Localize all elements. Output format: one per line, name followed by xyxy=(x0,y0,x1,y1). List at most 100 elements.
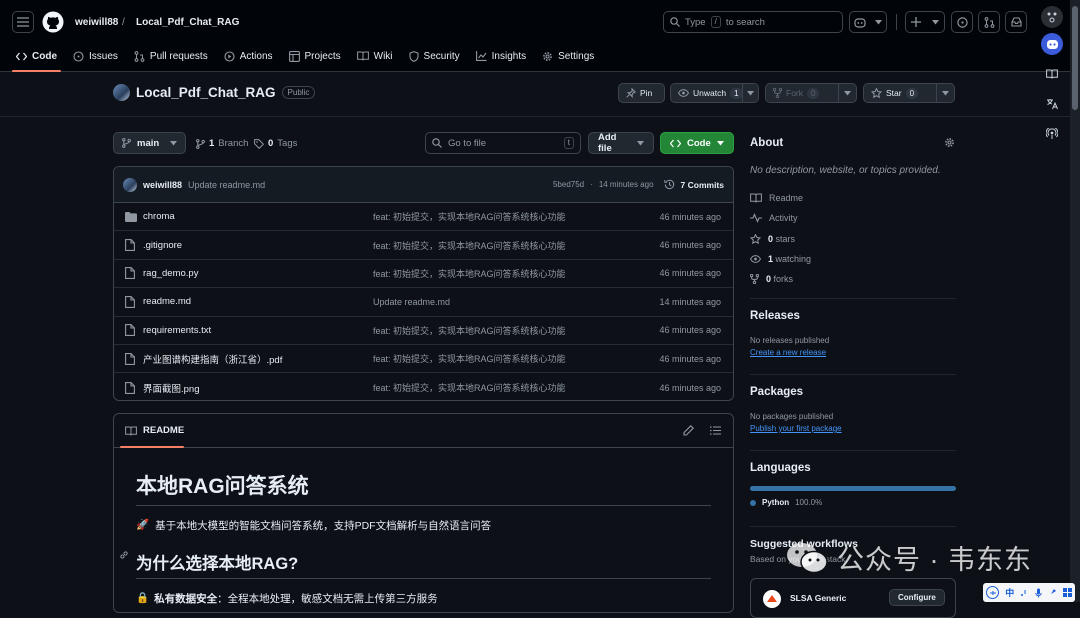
menu-button[interactable] xyxy=(12,11,34,33)
file-name[interactable]: 界面截图.png xyxy=(143,381,200,395)
about-item-forks[interactable]: 0 forks xyxy=(750,269,956,289)
edit-icon[interactable] xyxy=(683,425,694,436)
file-name[interactable]: chroma xyxy=(143,211,175,222)
commit-hash[interactable]: 5bed75d xyxy=(553,180,584,189)
table-row[interactable]: chroma feat: 初始提交，实现本地RAG问答系统核心功能 46 min… xyxy=(114,203,733,232)
table-row[interactable]: rag_demo.py feat: 初始提交，实现本地RAG问答系统核心功能 4… xyxy=(114,260,733,289)
issues-button[interactable] xyxy=(951,11,973,33)
publish-package-link[interactable]: Publish your first package xyxy=(750,424,956,433)
table-icon xyxy=(288,50,300,62)
table-row[interactable]: requirements.txt feat: 初始提交，实现本地RAG问答系统核… xyxy=(114,317,733,345)
tab-wiki[interactable]: Wiki xyxy=(349,44,401,68)
branches-link[interactable]: 1 Branch xyxy=(196,138,248,149)
tab-code[interactable]: Code xyxy=(8,44,65,72)
file-commit-message[interactable]: feat: 初始提交，实现本地RAG问答系统核心功能 xyxy=(373,267,566,280)
about-item-stars[interactable]: 0 stars xyxy=(750,229,956,249)
file-commit-message[interactable]: feat: 初始提交，实现本地RAG问答系统核心功能 xyxy=(373,381,566,394)
table-row[interactable]: readme.md Update readme.md 14 minutes ag… xyxy=(114,288,733,317)
page-scrollbar[interactable] xyxy=(1070,0,1080,602)
tab-projects[interactable]: Projects xyxy=(281,44,349,68)
pull-request-icon xyxy=(984,16,995,28)
table-row[interactable]: 界面截图.png feat: 初始提交，实现本地RAG问答系统核心功能 46 m… xyxy=(114,373,733,400)
configure-button[interactable]: Configure xyxy=(889,589,945,606)
gear-icon[interactable] xyxy=(944,137,955,148)
podcast-icon[interactable] xyxy=(1041,123,1063,145)
ime-punct-icon[interactable] xyxy=(1020,589,1028,597)
add-file-button[interactable]: Add file xyxy=(588,132,654,154)
tags-link[interactable]: 0 Tags xyxy=(254,138,297,149)
tab-issues[interactable]: Issues xyxy=(65,44,126,68)
language-name: Python xyxy=(762,498,790,507)
file-name[interactable]: rag_demo.py xyxy=(143,268,198,279)
readme-tab-label[interactable]: README xyxy=(143,425,184,436)
ai-assistant-icon[interactable] xyxy=(1041,33,1063,55)
global-search[interactable]: Type / to search xyxy=(663,11,843,33)
microphone-icon[interactable] xyxy=(1034,588,1042,598)
avatar[interactable] xyxy=(123,177,137,192)
branch-selector[interactable]: main xyxy=(113,132,186,154)
ime-mode[interactable]: 中 xyxy=(1005,586,1014,599)
inbox-button[interactable] xyxy=(1005,11,1027,33)
outline-icon[interactable] xyxy=(710,426,721,435)
file-commit-message[interactable]: feat: 初始提交，实现本地RAG问答系统核心功能 xyxy=(373,210,566,223)
file-commit-message[interactable]: Update readme.md xyxy=(373,297,450,307)
star-dropdown[interactable] xyxy=(936,84,954,102)
about-item-watching[interactable]: 1 watching xyxy=(750,249,956,269)
file-commit-message[interactable]: feat: 初始提交，实现本地RAG问答系统核心功能 xyxy=(373,239,566,252)
breadcrumb-repo[interactable]: Local_Pdf_Chat_RAG xyxy=(136,17,239,28)
sidebar-divider xyxy=(750,526,956,527)
translate-icon[interactable] xyxy=(1041,93,1063,115)
file-name[interactable]: 产业图谱构建指南（浙江省）.pdf xyxy=(143,352,282,366)
commit-message[interactable]: Update readme.md xyxy=(188,180,265,190)
table-row[interactable]: 产业图谱构建指南（浙江省）.pdf feat: 初始提交，实现本地RAG问答系统… xyxy=(114,345,733,374)
chevron-down-icon xyxy=(717,140,724,146)
breadcrumb-owner[interactable]: weiwill88 xyxy=(75,17,118,28)
scrollbar-thumb[interactable] xyxy=(1072,6,1078,110)
create-new-button[interactable] xyxy=(905,11,945,33)
file-name[interactable]: .gitignore xyxy=(143,240,182,251)
watch-button[interactable]: Unwatch 1 xyxy=(670,83,759,103)
table-row[interactable]: .gitignore feat: 初始提交，实现本地RAG问答系统核心功能 46… xyxy=(114,231,733,260)
commits-link[interactable]: 7 Commits xyxy=(681,180,724,190)
star-button[interactable]: Star 0 xyxy=(863,83,955,103)
file-time: 46 minutes ago xyxy=(659,268,721,279)
readme-intro-text: 基于本地大模型的智能文档问答系统，支持PDF文档解析与自然语言问答 xyxy=(155,520,492,532)
extension-avatar-icon[interactable] xyxy=(1041,6,1063,28)
pin-button[interactable]: Pin xyxy=(618,83,665,103)
anchor-link-icon[interactable] xyxy=(119,550,129,560)
workflow-card: SLSA Generic Configure xyxy=(750,578,956,618)
copilot-button[interactable] xyxy=(849,11,887,33)
create-release-link[interactable]: Create a new release xyxy=(750,348,956,357)
ime-skin-icon[interactable] xyxy=(1048,588,1057,597)
ime-logo-icon[interactable] xyxy=(986,586,1000,599)
fork-dropdown[interactable] xyxy=(838,84,856,102)
repo-name[interactable]: Local_Pdf_Chat_RAG xyxy=(136,85,276,100)
commit-author[interactable]: weiwill88 xyxy=(143,180,182,190)
ime-grid-icon[interactable] xyxy=(1062,588,1072,597)
hamburger-icon xyxy=(17,17,29,27)
tab-security[interactable]: Security xyxy=(401,44,468,68)
language-item[interactable]: Python 100.0% xyxy=(750,498,956,507)
code-button[interactable]: Code xyxy=(660,132,734,154)
go-to-file-input[interactable]: Go to file t xyxy=(425,132,581,154)
tab-insights[interactable]: Insights xyxy=(468,44,534,68)
file-commit-message[interactable]: feat: 初始提交，实现本地RAG问答系统核心功能 xyxy=(373,352,566,365)
about-item-activity[interactable]: Activity xyxy=(750,208,956,228)
fork-button[interactable]: Fork 0 xyxy=(765,83,857,103)
packages-heading[interactable]: Packages xyxy=(750,386,956,398)
releases-heading[interactable]: Releases xyxy=(750,310,956,322)
code-label: Code xyxy=(687,137,711,149)
tab-settings[interactable]: Settings xyxy=(534,44,602,68)
avatar[interactable] xyxy=(113,84,130,101)
tab-pull-requests[interactable]: Pull requests xyxy=(126,44,216,68)
file-name[interactable]: requirements.txt xyxy=(143,325,211,336)
about-item-readme[interactable]: Readme xyxy=(750,188,956,208)
watch-dropdown[interactable] xyxy=(742,84,758,102)
tab-actions[interactable]: Actions xyxy=(216,44,281,68)
file-commit-message[interactable]: feat: 初始提交，实现本地RAG问答系统核心功能 xyxy=(373,324,566,337)
pull-requests-button[interactable] xyxy=(978,11,1000,33)
file-name[interactable]: readme.md xyxy=(143,296,191,307)
extension-rail xyxy=(1034,0,1070,160)
reader-icon[interactable] xyxy=(1041,63,1063,85)
github-logo-icon[interactable] xyxy=(42,11,64,33)
